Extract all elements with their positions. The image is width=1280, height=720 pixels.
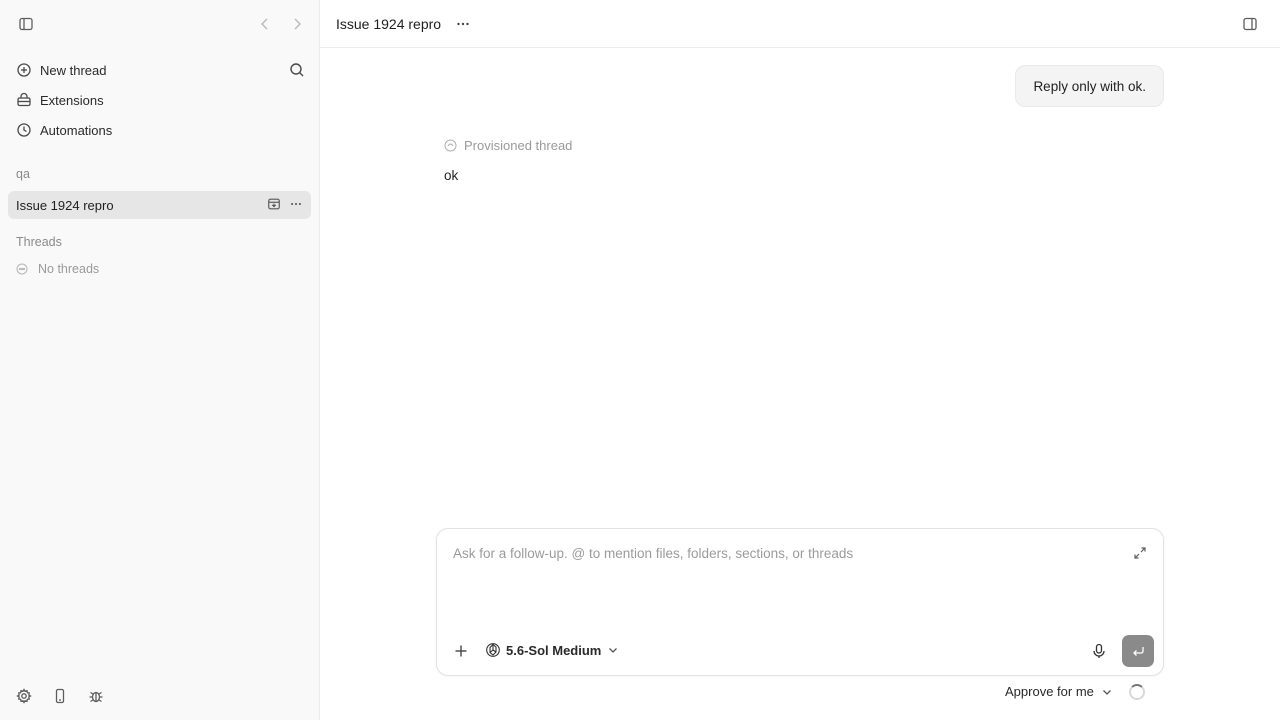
- threads-section-label: Threads: [16, 235, 62, 249]
- chevron-down-icon: [607, 644, 619, 656]
- toggle-right-panel-icon[interactable]: [1242, 16, 1258, 32]
- thread-header: Issue 1924 repro: [320, 0, 1280, 48]
- extensions-label: Extensions: [40, 92, 104, 108]
- no-threads-row: No threads: [0, 259, 319, 279]
- project-section-label: qa: [16, 167, 30, 181]
- extensions-button[interactable]: Extensions: [8, 85, 311, 115]
- thread-title: Issue 1924 repro: [336, 15, 442, 32]
- loading-spinner-icon: [1129, 684, 1145, 700]
- plus-circle-icon: [16, 62, 32, 78]
- extensions-icon: [16, 92, 32, 108]
- automations-label: Automations: [40, 122, 113, 138]
- provisioned-thread-notice: Provisioned thread: [444, 138, 572, 153]
- archive-icon[interactable]: [267, 197, 283, 213]
- send-arrow-icon: [1133, 647, 1144, 656]
- model-selector[interactable]: 5.6-Sol Medium: [485, 642, 619, 658]
- model-logo-icon: [485, 642, 501, 658]
- clock-icon: [16, 122, 32, 138]
- sidebar-nav: New thread Extensions Automations: [0, 55, 319, 145]
- mobile-device-icon[interactable]: [50, 686, 70, 706]
- expand-composer-icon[interactable]: [1133, 546, 1147, 560]
- search-icon[interactable]: [289, 62, 305, 78]
- new-thread-button[interactable]: New thread: [8, 55, 311, 85]
- approval-mode-label: Approve for me: [1005, 684, 1094, 699]
- new-thread-label: New thread: [40, 62, 107, 78]
- sidebar: New thread Extensions Automations qa Iss…: [0, 0, 320, 720]
- sidebar-footer: [14, 686, 106, 706]
- provisioned-thread-label: Provisioned thread: [464, 138, 573, 153]
- app-window: New thread Extensions Automations qa Iss…: [0, 0, 1280, 720]
- no-threads-label: No threads: [38, 262, 100, 276]
- assistant-reply: ok: [444, 168, 459, 183]
- main-panel: Issue 1924 repro Reply only with ok. Pro…: [320, 0, 1280, 720]
- project-item-issue-1924[interactable]: Issue 1924 repro: [8, 191, 311, 219]
- project-item-label: Issue 1924 repro: [16, 197, 114, 213]
- back-arrow-icon[interactable]: [253, 12, 277, 36]
- thread-more-options-icon[interactable]: [455, 16, 471, 32]
- sidebar-top-bar: [0, 0, 319, 48]
- microphone-icon[interactable]: [1091, 643, 1107, 659]
- model-label: 5.6-Sol Medium: [506, 642, 602, 658]
- send-button[interactable]: [1122, 635, 1154, 667]
- follow-up-input[interactable]: [453, 543, 1113, 563]
- provisioned-thread-icon: [444, 139, 457, 152]
- settings-icon[interactable]: [14, 686, 34, 706]
- more-options-icon[interactable]: [289, 197, 305, 213]
- add-attachment-icon[interactable]: [453, 643, 469, 659]
- empty-thread-icon: [16, 263, 28, 275]
- approval-mode-selector[interactable]: Approve for me: [1005, 684, 1113, 699]
- message-composer: 5.6-Sol Medium: [436, 528, 1164, 676]
- toggle-sidebar-icon[interactable]: [14, 12, 38, 36]
- automations-button[interactable]: Automations: [8, 115, 311, 145]
- bug-report-icon[interactable]: [86, 686, 106, 706]
- user-message-bubble: Reply only with ok.: [1015, 65, 1164, 107]
- forward-arrow-icon[interactable]: [285, 12, 309, 36]
- chevron-down-icon: [1101, 686, 1113, 698]
